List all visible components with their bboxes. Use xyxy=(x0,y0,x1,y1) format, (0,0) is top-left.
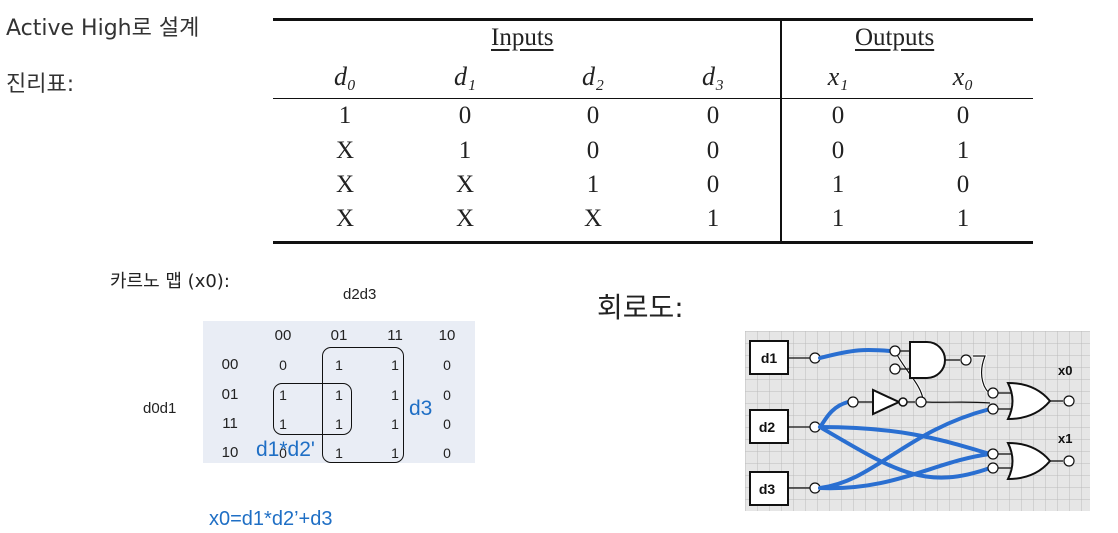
table-cell: X xyxy=(583,205,603,232)
column-header: d₂ xyxy=(581,62,605,91)
kmap-grid: d3 d1*d2' 00 01 11 10 00 01 11 10 0 1 1 0 1 1 1 0 1 1 1 0 0 1… xyxy=(203,321,475,463)
table-cell: 1 xyxy=(956,137,970,164)
kmap-column-header: 01 xyxy=(330,327,348,344)
kmap-cell: 1 xyxy=(335,357,343,373)
table-cell: X xyxy=(335,205,355,232)
svg-text:d1: d1 xyxy=(761,350,778,366)
kmap-cell: 1 xyxy=(391,387,399,403)
kmap-row-header: 11 xyxy=(222,415,238,432)
table-cell: 0 xyxy=(956,102,970,129)
table-cell: 1 xyxy=(831,205,845,232)
kmap-row-variable: d0d1 xyxy=(143,400,177,417)
table-cell: 0 xyxy=(706,171,720,198)
kmap-cell: 1 xyxy=(391,416,399,432)
table-divider xyxy=(780,20,782,242)
kmap-row-header: 00 xyxy=(221,356,239,373)
table-cell: X xyxy=(335,137,355,164)
kmap-column-header: 11 xyxy=(387,327,403,344)
kmap-loop-label-d3: d3 xyxy=(409,397,433,420)
column-header: d₀ xyxy=(333,62,357,91)
kmap-cell: 1 xyxy=(335,387,343,403)
table-cell: 0 xyxy=(706,102,720,129)
table-cell: 0 xyxy=(706,137,720,164)
column-header: x₀ xyxy=(952,62,974,91)
outputs-group-header: Outputs xyxy=(855,24,935,51)
table-cell: 0 xyxy=(831,102,845,129)
table-cell: 0 xyxy=(956,171,970,198)
svg-text:x0: x0 xyxy=(1058,363,1072,378)
table-cell: 1 xyxy=(831,171,845,198)
table-header-rule xyxy=(273,98,1033,99)
kmap-cell: 0 xyxy=(443,416,451,432)
kmap-cell: 1 xyxy=(279,387,287,403)
kmap-cell: 0 xyxy=(279,357,287,373)
column-header: x₁ xyxy=(827,62,849,91)
table-cell: X xyxy=(335,171,355,198)
table-top-rule xyxy=(273,18,1033,21)
kmap-cell: 0 xyxy=(443,387,451,403)
column-header: d₃ xyxy=(701,62,725,91)
table-cell: 1 xyxy=(956,205,970,232)
svg-text:d3: d3 xyxy=(759,481,776,497)
table-cell: 1 xyxy=(458,137,472,164)
inputs-group-header: Inputs xyxy=(491,24,554,51)
table-bottom-rule xyxy=(273,241,1033,244)
kmap-cell: 0 xyxy=(279,445,287,461)
circuit-diagram: d1 d2 d3 x0 x1 xyxy=(745,331,1090,511)
kmap-row-header: 01 xyxy=(221,386,239,403)
circuit-title: 회로도: xyxy=(597,291,684,324)
table-cell: X xyxy=(455,171,475,198)
table-cell: 1 xyxy=(586,171,600,198)
table-cell: 0 xyxy=(586,102,600,129)
column-header: d₁ xyxy=(453,62,477,91)
table-cell: 0 xyxy=(831,137,845,164)
table-cell: X xyxy=(455,205,475,232)
kmap-column-header: 00 xyxy=(274,327,292,344)
kmap-cell: 1 xyxy=(391,357,399,373)
kmap-cell: 1 xyxy=(335,445,343,461)
kmap-cell: 1 xyxy=(279,416,287,432)
design-heading: Active High로 설계 xyxy=(6,16,200,41)
x0-formula: x0=d1*d2’+d3 xyxy=(209,508,333,530)
table-cell: 1 xyxy=(706,205,720,232)
kmap-cell: 0 xyxy=(443,445,451,461)
svg-text:x1: x1 xyxy=(1058,431,1072,446)
kmap-column-variable: d2d3 xyxy=(343,286,377,303)
kmap-cell: 0 xyxy=(443,357,451,373)
truth-table-label: 진리표: xyxy=(6,72,75,97)
svg-text:d2: d2 xyxy=(759,419,776,435)
kmap-column-header: 10 xyxy=(438,327,456,344)
kmap-cell: 1 xyxy=(391,445,399,461)
truth-table: Inputs Outputs d₀ d₁ d₂ d₃ x₁ x₀ 1 0 0 0 0 0 X 1 0 0 0 1 X… xyxy=(273,6,1033,244)
kmap-row-header: 10 xyxy=(221,444,239,461)
table-cell: 0 xyxy=(458,102,472,129)
table-cell: 0 xyxy=(586,137,600,164)
kmap-title: 카르노 맵 (x0): xyxy=(110,271,230,292)
table-cell: 1 xyxy=(338,102,352,129)
kmap-cell: 1 xyxy=(335,416,343,432)
